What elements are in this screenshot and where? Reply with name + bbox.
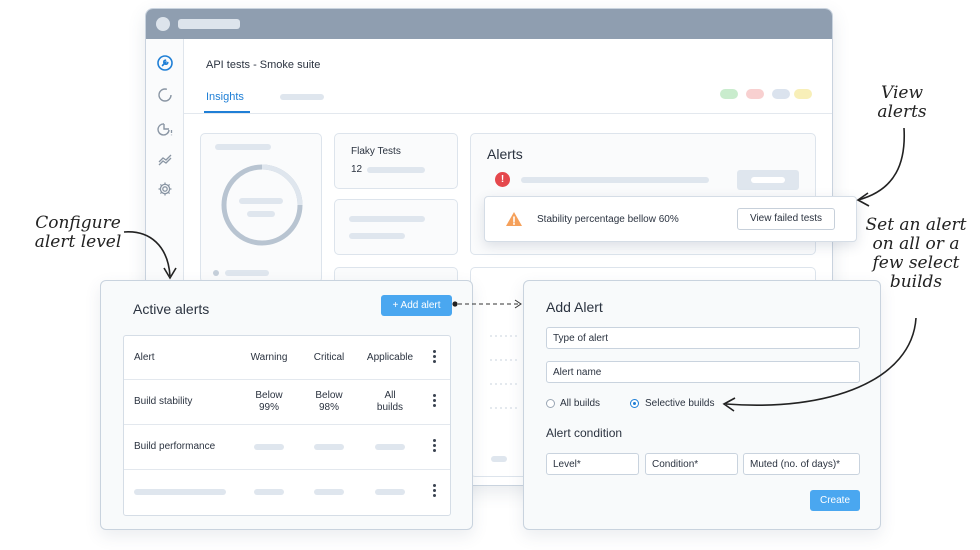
view-arrowhead: [856, 192, 870, 207]
view-arrow: [857, 127, 906, 201]
configure-arrow: [123, 231, 171, 277]
annotation-arrows: [123, 127, 917, 412]
set-alert-arrow: [725, 317, 917, 406]
connector-start: [452, 301, 458, 307]
background-dotted-rows: [490, 335, 520, 409]
